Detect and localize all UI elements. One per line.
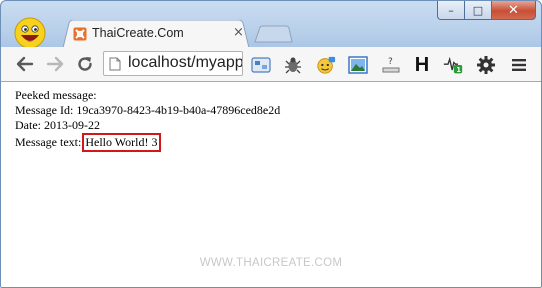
window-caption-buttons: – □ ✕ — [437, 1, 536, 21]
message-text-value: Hello World! 3 — [82, 133, 162, 152]
url-text: localhost/myapp — [128, 54, 243, 71]
browser-toolbar: localhost/myapp ? H 1 — [1, 47, 541, 82]
browser-window: – □ ✕ ThaiCreate.Com × localhost/myapp ?… — [0, 0, 542, 288]
h-extension[interactable]: H — [412, 53, 432, 76]
menu-button[interactable] — [509, 55, 529, 75]
back-arrow-icon — [16, 56, 34, 72]
page-content: Peeked message: Message Id: 19ca3970-842… — [1, 82, 541, 287]
screenshot-extension[interactable] — [251, 55, 271, 75]
forward-button[interactable] — [43, 53, 67, 75]
pulse-icon: 1 — [443, 56, 463, 74]
minimize-button[interactable]: – — [437, 1, 464, 20]
badge-extension[interactable] — [316, 55, 336, 75]
tab-thaicreate[interactable]: ThaiCreate.Com × — [63, 20, 249, 48]
peeked-message-heading: Peeked message: — [15, 88, 97, 102]
image-icon — [348, 56, 368, 74]
screenshot-icon — [251, 57, 271, 73]
settings-button[interactable] — [476, 55, 496, 75]
forward-arrow-icon — [46, 56, 64, 72]
bug-icon — [285, 57, 301, 74]
new-tab-button[interactable] — [253, 25, 293, 43]
close-icon: ✕ — [508, 2, 519, 18]
message-text-line: Message text: Hello World! 3 — [15, 133, 162, 152]
message-text-label: Message text: — [15, 135, 82, 149]
reload-button[interactable] — [73, 53, 97, 75]
thaicreate-favicon-icon — [73, 27, 87, 41]
pulse-extension[interactable]: 1 — [443, 55, 463, 75]
address-bar[interactable]: localhost/myapp — [103, 51, 243, 76]
maximize-button[interactable]: □ — [464, 1, 491, 20]
question-mark: ? — [388, 57, 393, 67]
message-id-line: Message Id: 19ca3970-8423-4b19-b40a-4789… — [15, 103, 281, 117]
menu-icon — [512, 59, 526, 71]
maximize-icon: □ — [472, 3, 484, 17]
question-icon: ? — [382, 57, 400, 73]
question-extension[interactable]: ? — [381, 55, 401, 75]
badge-icon — [317, 56, 336, 74]
tab-close-icon[interactable]: × — [233, 25, 244, 40]
gear-icon — [477, 56, 495, 74]
minimize-icon: – — [448, 3, 454, 17]
watermark: WWW.THAICREATE.COM — [199, 257, 343, 269]
pulse-badge: 1 — [456, 66, 461, 74]
page-icon — [109, 57, 121, 71]
date-line: Date: 2013-09-22 — [15, 118, 100, 132]
bug-extension[interactable] — [283, 55, 303, 75]
tab-title: ThaiCreate.Com — [92, 26, 184, 40]
back-button[interactable] — [13, 53, 37, 75]
h-icon: H — [414, 53, 430, 76]
image-extension[interactable] — [348, 55, 368, 75]
close-window-button[interactable]: ✕ — [491, 1, 536, 20]
reload-icon — [78, 57, 92, 71]
profile-avatar-icon[interactable] — [14, 17, 46, 49]
